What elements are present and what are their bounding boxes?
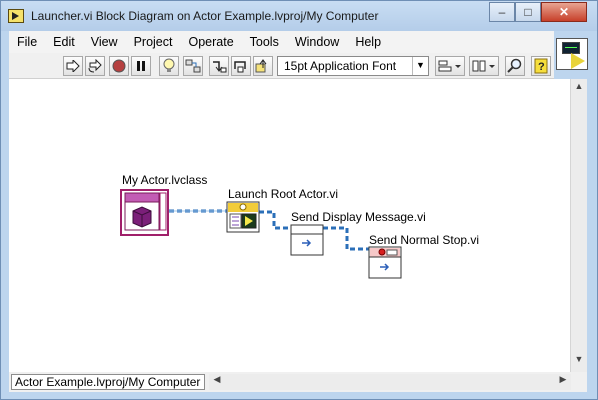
maximize-button[interactable]: □ [515,2,541,22]
font-selector[interactable]: 15pt Application Font ▼ [277,56,429,76]
send-normal-stop-label: Send Normal Stop.vi [369,233,480,247]
help-icon: ? [534,58,548,74]
abort-icon [112,59,126,73]
menu-edit[interactable]: Edit [45,35,83,49]
horizontal-scrollbar[interactable]: ◀ ▶ [209,374,571,390]
launch-root-actor-node[interactable] [226,201,260,233]
status-bar: Actor Example.lvproj/My Computer ◀ ▶ [9,372,587,392]
menu-operate[interactable]: Operate [180,35,241,49]
toolbar: 15pt Application Font ▼ ? [9,53,554,79]
search-button[interactable] [505,56,525,76]
run-arrow-icon [66,60,80,72]
block-diagram-canvas[interactable]: My Actor.lvclass Launch Root Actor.vi Se… [9,79,570,372]
context-help-button[interactable]: ? [531,56,551,76]
menu-view[interactable]: View [83,35,126,49]
step-into-icon [213,61,227,73]
menu-bar: File Edit View Project Operate Tools Win… [9,31,554,53]
retain-wire-values-icon [185,59,201,73]
align-objects-button[interactable] [435,56,465,76]
window-title: Launcher.vi Block Diagram on Actor Examp… [31,9,379,23]
menu-project[interactable]: Project [126,35,181,49]
menu-window[interactable]: Window [287,35,347,49]
scroll-right-icon[interactable]: ▶ [555,374,571,390]
minimize-button[interactable]: – [489,2,515,22]
step-over-button[interactable] [231,56,251,76]
close-button[interactable]: ✕ [541,2,587,22]
actor-class-constant[interactable] [120,189,170,237]
wire-launch-to-display[interactable] [259,210,291,230]
vi-run-glyph [571,53,585,69]
send-display-message-node[interactable] [290,224,324,256]
wire-display-to-stop[interactable] [323,226,369,251]
retain-wire-values-button[interactable] [183,56,203,76]
pause-icon [137,61,145,71]
scroll-down-icon[interactable]: ▼ [571,354,587,370]
highlight-execution-icon [163,58,175,72]
project-path: Actor Example.lvproj/My Computer [11,374,205,390]
font-selector-value: 15pt Application Font [284,59,397,73]
step-out-button[interactable] [253,56,273,76]
abort-button[interactable] [109,56,129,76]
run-button[interactable] [63,56,83,76]
run-continuously-icon [88,59,102,73]
step-into-button[interactable] [209,56,229,76]
step-over-icon [234,61,246,73]
menu-help[interactable]: Help [347,35,389,49]
send-normal-stop-node[interactable] [368,246,402,279]
svg-text:?: ? [538,61,545,73]
distribute-objects-button[interactable] [469,56,499,76]
vi-connector-icon[interactable] [556,38,588,70]
run-continuously-button[interactable] [85,56,105,76]
chevron-down-icon: ▼ [412,57,428,75]
step-out-icon [255,59,267,73]
title-bar[interactable]: Launcher.vi Block Diagram on Actor Examp… [1,1,597,31]
actor-class-label: My Actor.lvclass [122,173,208,187]
labview-app-icon [8,9,24,23]
highlight-execution-button[interactable] [159,56,179,76]
search-icon [507,58,522,73]
send-display-message-label: Send Display Message.vi [291,210,426,224]
scroll-up-icon[interactable]: ▲ [571,81,587,97]
scroll-left-icon[interactable]: ◀ [209,374,225,390]
pause-button[interactable] [131,56,151,76]
distribute-objects-icon [472,60,495,72]
launch-root-actor-label: Launch Root Actor.vi [228,187,339,201]
align-objects-icon [438,60,461,72]
labview-window: Launcher.vi Block Diagram on Actor Examp… [0,0,598,400]
menu-file[interactable]: File [9,35,45,49]
menu-tools[interactable]: Tools [242,35,287,49]
vertical-scrollbar[interactable]: ▲ ▼ [570,79,587,372]
